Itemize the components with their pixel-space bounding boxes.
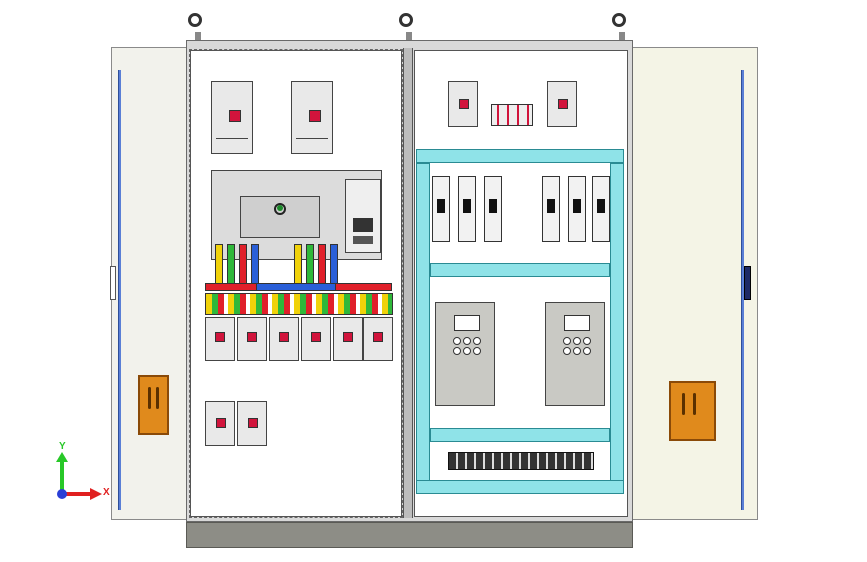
inverter-display [564,315,590,331]
contactor [205,317,235,361]
frequency-inverter-2 [545,302,605,406]
fuse-holder-row [432,176,610,244]
aux-contactor-2 [237,401,267,446]
wiring-bundle-right [294,244,344,284]
inverter-keypad [563,337,593,355]
din-rail-top [416,149,624,163]
inverter-display [454,315,480,331]
door-handle-icon[interactable] [669,381,716,441]
y-axis-label: Y [59,441,66,452]
din-rail-lower [430,428,610,442]
contactor [301,317,331,361]
door-rod-left [118,70,121,510]
axis-origin [57,489,67,499]
aux-contactor-1 [205,401,235,446]
right-door[interactable] [632,47,758,520]
x-axis-label: X [103,487,110,498]
busbar-blue [256,283,336,291]
center-divider [403,48,413,518]
x-axis-arrowhead [90,488,102,500]
contactor [237,317,267,361]
contactor-row [205,291,395,363]
terminal-relays [491,104,533,126]
fuse-holder [432,176,450,242]
y-axis-arrowhead [56,452,68,462]
plc-io-module [345,179,381,253]
din-rail-middle [430,263,610,277]
axis-triad-icon [56,452,102,500]
door-latch-icon [744,266,751,300]
din-rail-right-vertical [610,163,624,493]
din-rail-bottom [416,480,624,494]
door-handle-icon[interactable] [138,375,169,435]
lifting-eye-icon [188,13,202,27]
lifting-eye-stem [195,32,201,40]
plc-display-window [240,196,320,238]
main-breaker-1 [211,81,253,154]
lifting-eye-icon [612,13,626,27]
door-hinge-icon [110,266,116,300]
frequency-inverter-1 [435,302,495,406]
control-breaker-2 [547,81,577,127]
lifting-eye-stem [619,32,625,40]
fuse-holder [568,176,586,242]
lifting-eye-icon [399,13,413,27]
left-door[interactable] [110,47,187,520]
din-rail-left-vertical [416,163,430,493]
control-breaker-1 [448,81,478,127]
terminal-block-strip [448,452,594,470]
main-breaker-2 [291,81,333,154]
fuse-holder [542,176,560,242]
cabinet-base-plinth [186,522,633,548]
wiring-bundle-left [215,244,265,284]
inverter-keypad [453,337,483,355]
contactor [333,317,363,361]
contactor [363,317,393,361]
contactor [269,317,299,361]
fuse-holder [458,176,476,242]
fuse-holder [484,176,502,242]
fuse-holder [592,176,610,242]
lifting-eye-stem [406,32,412,40]
